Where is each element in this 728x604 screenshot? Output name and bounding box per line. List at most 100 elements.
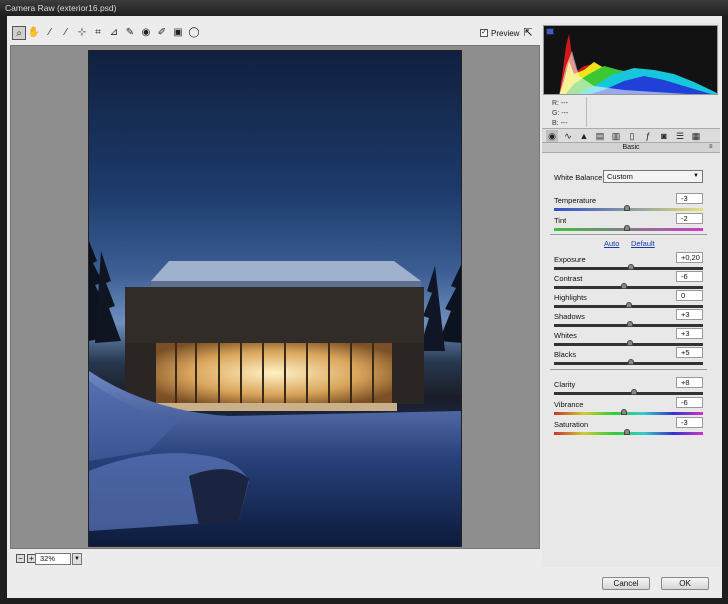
slider-thumb[interactable]: [625, 302, 632, 308]
red-eye-removal-tool-icon[interactable]: ◉: [139, 26, 153, 40]
white-balance-label: White Balance:: [554, 173, 605, 182]
window-frame-bottom: [0, 598, 728, 604]
slider-label: Exposure: [554, 255, 586, 264]
camera-raw-dialog: ⌕ ✋ ⁄ ⁄ ⊹ ⌗ ⊿ ✎ ◉ ✐ ▣ ◯ ✓ Preview ⇱ − + …: [7, 16, 722, 598]
zoom-bar: − + 32% ▼: [10, 551, 540, 567]
effects-tab-icon[interactable]: ƒ: [642, 130, 654, 142]
slider-label: Vibrance: [554, 400, 584, 409]
ok-button[interactable]: OK: [661, 577, 709, 590]
zoom-out-button[interactable]: −: [16, 554, 25, 563]
preview-checkbox[interactable]: ✓: [480, 29, 488, 37]
rgb-readout: R: --- G: --- B: ---: [552, 99, 568, 129]
slider-value-field[interactable]: -3: [676, 193, 703, 204]
default-button[interactable]: Default: [631, 239, 655, 248]
b-value: ---: [560, 120, 568, 127]
radial-filter-icon[interactable]: ◯: [187, 26, 201, 40]
slider-thumb[interactable]: [624, 205, 630, 211]
divider-tone: [550, 369, 707, 370]
presets-tab-icon[interactable]: ☰: [674, 130, 686, 142]
slider-thumb[interactable]: [626, 340, 633, 346]
histogram: [543, 25, 718, 95]
slider-thumb[interactable]: [624, 429, 630, 435]
snapshots-tab-icon[interactable]: ▦: [690, 130, 702, 142]
slider-label: Contrast: [554, 274, 583, 283]
chevron-down-icon: ▼: [693, 173, 699, 179]
preview-label: Preview: [491, 29, 520, 38]
panel-title: Basic: [542, 143, 720, 153]
slider-value-field[interactable]: -2: [676, 213, 703, 224]
slider-label: Tint: [554, 216, 567, 225]
g-value: ---: [561, 110, 569, 117]
toolbar: ⌕ ✋ ⁄ ⁄ ⊹ ⌗ ⊿ ✎ ◉ ✐ ▣ ◯ ✓ Preview ⇱: [7, 16, 542, 44]
house-photo: [89, 241, 461, 546]
split-toning-tab-icon[interactable]: ▥: [610, 130, 622, 142]
slider-value-field[interactable]: +0,20: [676, 252, 703, 263]
slider-value-field[interactable]: -6: [676, 271, 703, 282]
panel-tabs: ◉ ∿ ▲ ▤ ▥ ▯ ƒ ◙ ☰ ▦: [542, 128, 720, 143]
cancel-button[interactable]: Cancel: [602, 577, 650, 590]
slider-track[interactable]: [554, 412, 703, 415]
window-title: Camera Raw (exterior16.psd): [0, 0, 728, 16]
r-value: ---: [560, 100, 568, 107]
slider-value-field[interactable]: 0: [676, 290, 703, 301]
slider-label: Shadows: [554, 312, 585, 321]
white-balance-tool-icon[interactable]: ⁄: [43, 26, 57, 40]
slider-blacks: Blacks +5: [542, 347, 720, 370]
image-preview[interactable]: [88, 50, 462, 547]
slider-thumb[interactable]: [631, 389, 638, 395]
slider-tint: Tint -2: [542, 213, 720, 236]
auto-button[interactable]: Auto: [604, 239, 619, 248]
slider-label: Clarity: [554, 380, 576, 389]
graduated-filter-icon[interactable]: ▣: [171, 26, 185, 40]
slider-value-field[interactable]: +5: [676, 347, 703, 358]
slider-track[interactable]: [554, 286, 703, 289]
slider-label: Blacks: [554, 350, 577, 359]
slider-thumb[interactable]: [621, 409, 628, 415]
fullscreen-toggle-icon[interactable]: ⇱: [521, 26, 535, 40]
crop-tool-icon[interactable]: ⌗: [91, 26, 105, 40]
white-balance-select[interactable]: Custom ▼: [603, 170, 703, 183]
hand-tool-icon[interactable]: ✋: [27, 26, 41, 40]
lens-corrections-tab-icon[interactable]: ▯: [626, 130, 638, 142]
slider-label: Temperature: [554, 196, 597, 205]
zoom-level-field[interactable]: 32%: [35, 553, 71, 565]
slider-saturation: Saturation -3: [542, 417, 720, 440]
straighten-tool-icon[interactable]: ⊿: [107, 26, 121, 40]
image-preview-area: [10, 45, 540, 549]
shadow-clipping-warning-icon[interactable]: [546, 28, 554, 35]
slider-value-field[interactable]: +3: [676, 328, 703, 339]
histogram-graph: [544, 26, 717, 94]
panel-menu-icon[interactable]: ≡: [709, 144, 713, 150]
slider-thumb[interactable]: [621, 283, 628, 289]
slider-label: Saturation: [554, 420, 589, 429]
color-sampler-tool-icon[interactable]: ⁄: [59, 26, 73, 40]
slider-value-field[interactable]: -6: [676, 397, 703, 408]
tone-curve-tab-icon[interactable]: ∿: [562, 130, 574, 142]
adjustments-panel: R: --- G: --- B: --- ◉ ∿ ▲ ▤ ▥ ▯ ƒ ◙ ☰ ▦ Basic ≡ …: [542, 23, 720, 567]
camera-calibration-tab-icon[interactable]: ◙: [658, 130, 670, 142]
white-balance-value: Custom: [607, 172, 633, 181]
slider-thumb[interactable]: [626, 321, 633, 327]
adjustment-brush-icon[interactable]: ✐: [155, 26, 169, 40]
g-label: G:: [552, 110, 560, 117]
r-label: R:: [552, 100, 559, 107]
zoom-dropdown-icon[interactable]: ▼: [72, 553, 82, 565]
detail-tab-icon[interactable]: ▲: [578, 130, 590, 142]
slider-label: Whites: [554, 331, 577, 340]
hsl-tab-icon[interactable]: ▤: [594, 130, 606, 142]
rgb-divider: [586, 97, 587, 127]
window-frame-right: [722, 16, 728, 604]
slider-value-field[interactable]: +8: [676, 377, 703, 388]
slider-value-field[interactable]: +3: [676, 309, 703, 320]
slider-thumb[interactable]: [624, 225, 630, 231]
slider-value-field[interactable]: -3: [676, 417, 703, 428]
divider-wb: [550, 234, 707, 235]
slider-thumb[interactable]: [628, 359, 635, 365]
zoom-tool-icon[interactable]: ⌕: [12, 26, 26, 40]
slider-thumb[interactable]: [628, 264, 635, 270]
targeted-adjustment-tool-icon[interactable]: ⊹: [75, 26, 89, 40]
spot-removal-tool-icon[interactable]: ✎: [123, 26, 137, 40]
basic-tab-icon[interactable]: ◉: [546, 130, 558, 142]
window-frame-left: [0, 16, 7, 604]
slider-track[interactable]: [554, 392, 703, 395]
